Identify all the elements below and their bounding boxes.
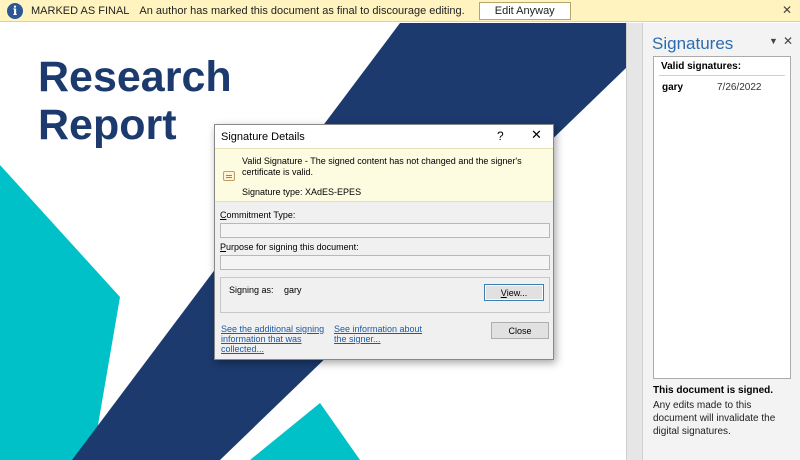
signature-type: Signature type: XAdES-EPES [242, 187, 362, 197]
signature-date[interactable]: 7/26/2022 [717, 82, 762, 93]
message-bar-text: An author has marked this document as fi… [139, 4, 465, 17]
signer-info-link[interactable]: See information about the signer... [334, 324, 434, 344]
additional-info-link[interactable]: See the additional signing information t… [221, 324, 327, 354]
signing-as-group: Signing as: gary View... [220, 277, 550, 313]
signature-signer-name[interactable]: gary [662, 82, 683, 93]
close-icon[interactable]: ✕ [782, 3, 792, 17]
signature-list: Valid signatures: gary 7/26/2022 [653, 56, 791, 379]
commitment-type-label: Commitment Type: [220, 210, 296, 220]
dialog-titlebar[interactable]: Signature Details ? ✕ [215, 125, 553, 148]
message-bar: i MARKED AS FINAL An author has marked t… [0, 0, 800, 22]
purpose-field [220, 255, 550, 270]
signed-status: This document is signed. [653, 385, 774, 396]
signature-status-text: Valid Signature - The signed content has… [242, 156, 522, 177]
teal-triangle-left [0, 165, 120, 460]
close-icon[interactable]: ✕ [531, 128, 542, 143]
signing-as-label: Signing as: [229, 285, 274, 295]
close-icon[interactable]: ✕ [783, 34, 793, 48]
signature-icon [223, 171, 235, 181]
chevron-down-icon[interactable]: ▼ [769, 36, 778, 46]
signature-list-header: Valid signatures: [661, 61, 742, 72]
purpose-label: Purpose for signing this document: [220, 242, 359, 252]
close-button[interactable]: Close [491, 322, 549, 339]
signature-status-box: Valid Signature - The signed content has… [215, 148, 553, 202]
signature-details-dialog: Signature Details ? ✕ Valid Signature - … [214, 124, 554, 360]
commitment-type-field [220, 223, 550, 238]
pane-title: Signatures [652, 34, 734, 53]
help-icon[interactable]: ? [497, 129, 504, 143]
signatures-pane: Signatures ▼ ✕ Valid signatures: gary 7/… [642, 23, 800, 460]
pane-divider[interactable] [626, 23, 642, 460]
document-title: Research Report [38, 53, 232, 149]
signed-note: Any edits made to this document will inv… [653, 400, 776, 437]
message-bar-title: MARKED AS FINAL [31, 4, 130, 17]
signing-as-value: gary [284, 285, 302, 295]
edit-anyway-button[interactable]: Edit Anyway [478, 1, 571, 20]
info-icon: i [7, 2, 23, 19]
divider [659, 75, 785, 76]
dialog-title: Signature Details [221, 131, 305, 143]
view-certificate-button[interactable]: View... [484, 284, 544, 301]
